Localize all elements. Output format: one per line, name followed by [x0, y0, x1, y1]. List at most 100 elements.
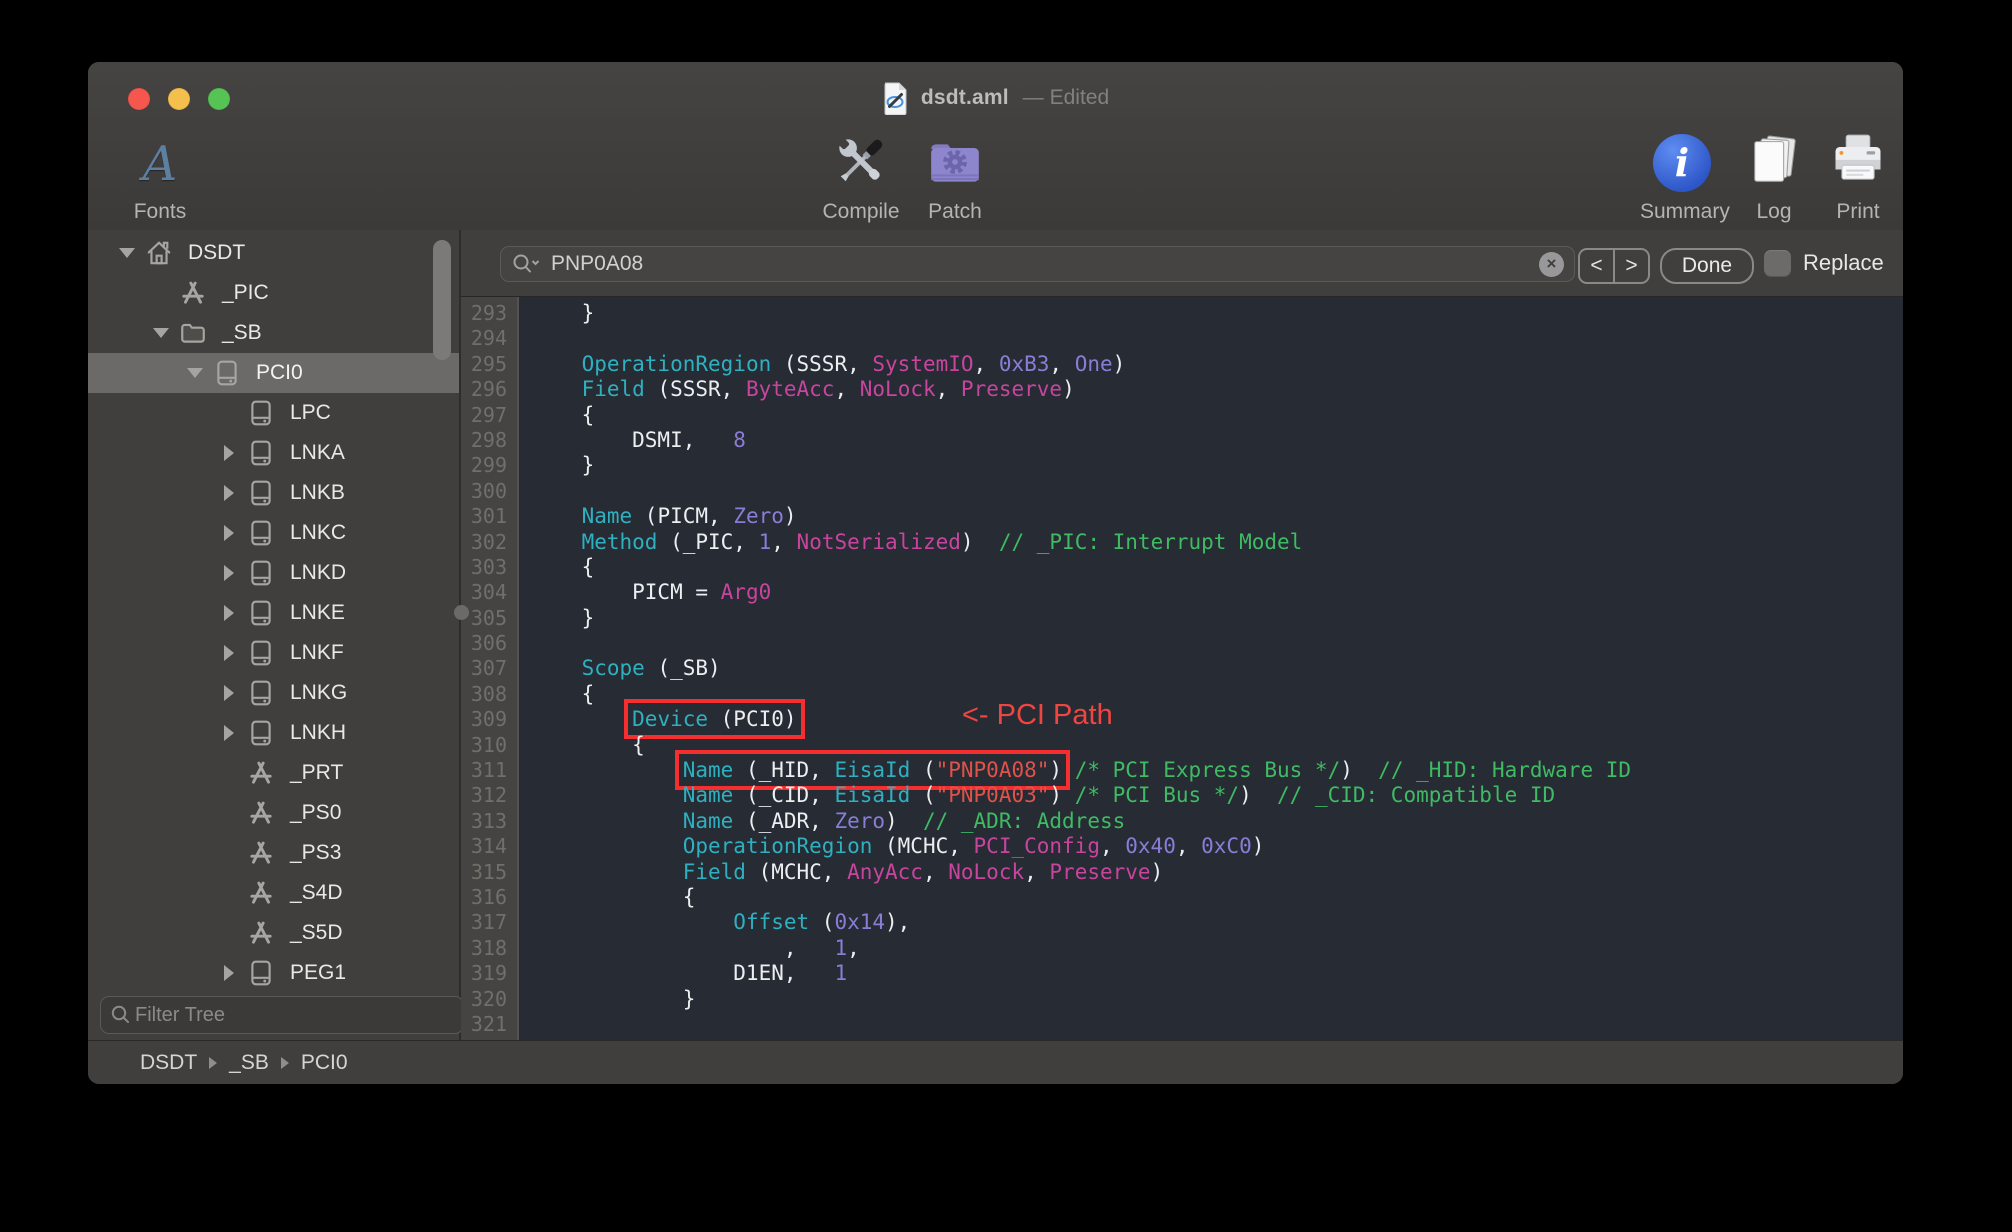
folder-icon — [178, 318, 208, 348]
sidebar-item-_pic[interactable]: _PIC — [88, 273, 459, 313]
toolbar-fonts-button[interactable]: A Fonts — [118, 128, 202, 224]
tree-item-label: _S4D — [290, 881, 343, 905]
replace-checkbox[interactable] — [1764, 250, 1791, 277]
filter-input[interactable] — [133, 1003, 455, 1028]
device-icon — [246, 678, 276, 708]
find-previous-button[interactable]: < — [1580, 250, 1615, 282]
sidebar-item-lpc[interactable]: LPC — [88, 393, 459, 433]
code-line: 293 } — [461, 301, 1903, 326]
disclosure-triangle[interactable] — [216, 965, 242, 981]
line-number: 314 — [461, 834, 519, 859]
method-icon — [246, 758, 276, 788]
line-number: 300 — [461, 479, 519, 504]
method-icon — [246, 838, 276, 868]
tree-item-label: _PIC — [222, 281, 269, 305]
line-number: 302 — [461, 530, 519, 555]
window-title: dsdt.aml — Edited — [88, 79, 1903, 117]
line-number: 294 — [461, 326, 519, 351]
fonts-icon: A — [143, 136, 178, 192]
sidebar-item-_prt[interactable]: _PRT — [88, 753, 459, 793]
toolbar-log-button[interactable]: Log — [1732, 128, 1816, 224]
patch-folder-icon — [913, 128, 997, 192]
annotation-redbox: Name (_HID, EisaId ("PNP0A08") — [683, 758, 1062, 782]
disclosure-triangle[interactable] — [148, 328, 174, 338]
pci-path-annotation: <- PCI Path — [962, 703, 1113, 728]
document-proxy-icon[interactable] — [882, 82, 909, 115]
breadcrumb-sb[interactable]: _SB — [229, 1051, 269, 1075]
code-editor[interactable]: 293 }294295 OperationRegion (SSSR, Syste… — [461, 297, 1903, 1041]
breadcrumb-dsdt[interactable]: DSDT — [140, 1051, 197, 1075]
tree-item-label: _S5D — [290, 921, 343, 945]
sidebar-item-lnkg[interactable]: LNKG — [88, 673, 459, 713]
tree-item-label: LNKG — [290, 681, 347, 705]
find-field[interactable]: × — [500, 246, 1575, 282]
sidebar-item-pci0[interactable]: PCI0 — [88, 353, 459, 393]
code-line: 304 PICM = Arg0 — [461, 580, 1903, 605]
sidebar-item-_s4d[interactable]: _S4D — [88, 873, 459, 913]
disclosure-triangle[interactable] — [216, 685, 242, 701]
sidebar-item-_s5d[interactable]: _S5D — [88, 913, 459, 953]
line-number: 304 — [461, 580, 519, 605]
sidebar-item-lnkh[interactable]: LNKH — [88, 713, 459, 753]
disclosure-triangle[interactable] — [216, 725, 242, 741]
toolbar-summary-button[interactable]: i Summary — [1640, 128, 1724, 224]
disclosure-triangle[interactable] — [182, 368, 208, 378]
device-icon — [246, 438, 276, 468]
tree-item-label: LNKD — [290, 561, 346, 585]
code-line: 316 { — [461, 885, 1903, 910]
splitter-handle[interactable] — [454, 605, 469, 620]
tree-item-label: _PS3 — [290, 841, 341, 865]
tree-item-label: PEG1 — [290, 961, 346, 985]
disclosure-triangle[interactable] — [114, 248, 140, 258]
device-icon — [246, 598, 276, 628]
disclosure-triangle[interactable] — [216, 605, 242, 621]
toolbar-compile-button[interactable]: Compile — [819, 128, 903, 224]
disclosure-triangle[interactable] — [216, 445, 242, 461]
line-number: 301 — [461, 504, 519, 529]
device-icon — [246, 718, 276, 748]
main-content: DSDT_PIC_SBPCI0LPCLNKALNKBLNKCLNKDLNKELN… — [88, 230, 1903, 1041]
method-icon — [246, 878, 276, 908]
disclosure-triangle[interactable] — [216, 525, 242, 541]
line-number: 316 — [461, 885, 519, 910]
disclosure-triangle[interactable] — [216, 485, 242, 501]
disclosure-triangle[interactable] — [216, 565, 242, 581]
sidebar-item-dsdt[interactable]: DSDT — [88, 233, 459, 273]
done-button[interactable]: Done — [1660, 248, 1754, 284]
toolbar-print-label: Print — [1816, 200, 1900, 224]
toolbar-compile-label: Compile — [819, 200, 903, 224]
sidebar-item-lnke[interactable]: LNKE — [88, 593, 459, 633]
filter-field[interactable] — [100, 996, 464, 1034]
line-number: 308 — [461, 682, 519, 707]
compile-tools-icon — [819, 128, 903, 192]
sidebar-item-lnkf[interactable]: LNKF — [88, 633, 459, 673]
clear-search-icon[interactable]: × — [1539, 252, 1564, 277]
sidebar-item-lnka[interactable]: LNKA — [88, 433, 459, 473]
tree-item-label: DSDT — [188, 241, 245, 265]
sidebar-item-_ps3[interactable]: _PS3 — [88, 833, 459, 873]
find-input[interactable] — [549, 251, 1539, 277]
line-number: 299 — [461, 453, 519, 478]
breadcrumb-pci0[interactable]: PCI0 — [301, 1051, 348, 1075]
disclosure-triangle[interactable] — [216, 645, 242, 661]
sidebar-item-_ps0[interactable]: _PS0 — [88, 793, 459, 833]
find-next-button[interactable]: > — [1615, 250, 1648, 282]
annotation-redbox: Device (PCI0) — [632, 707, 796, 731]
sidebar-item-_sb[interactable]: _SB — [88, 313, 459, 353]
editor-pane: × < > Done Replace 293 }294295 Operation… — [461, 230, 1903, 1041]
log-pages-icon — [1732, 128, 1816, 192]
sidebar-item-peg1[interactable]: PEG1 — [88, 953, 459, 993]
toolbar-patch-button[interactable]: Patch — [913, 128, 997, 224]
sidebar-item-lnkb[interactable]: LNKB — [88, 473, 459, 513]
acpi-tree: DSDT_PIC_SBPCI0LPCLNKALNKBLNKCLNKDLNKELN… — [88, 230, 459, 993]
sidebar-item-lnkd[interactable]: LNKD — [88, 553, 459, 593]
sidebar-item-lnkc[interactable]: LNKC — [88, 513, 459, 553]
search-icon[interactable] — [511, 252, 543, 276]
title-edited-state: — Edited — [1023, 86, 1109, 110]
line-number: 321 — [461, 1012, 519, 1037]
sidebar-scrollbar-thumb[interactable] — [433, 240, 451, 360]
code-line: 310 { — [461, 733, 1903, 758]
toolbar-print-button[interactable]: Print — [1816, 128, 1900, 224]
toolbar-summary-label: Summary — [1640, 200, 1724, 224]
tree-item-label: _SB — [222, 321, 262, 345]
